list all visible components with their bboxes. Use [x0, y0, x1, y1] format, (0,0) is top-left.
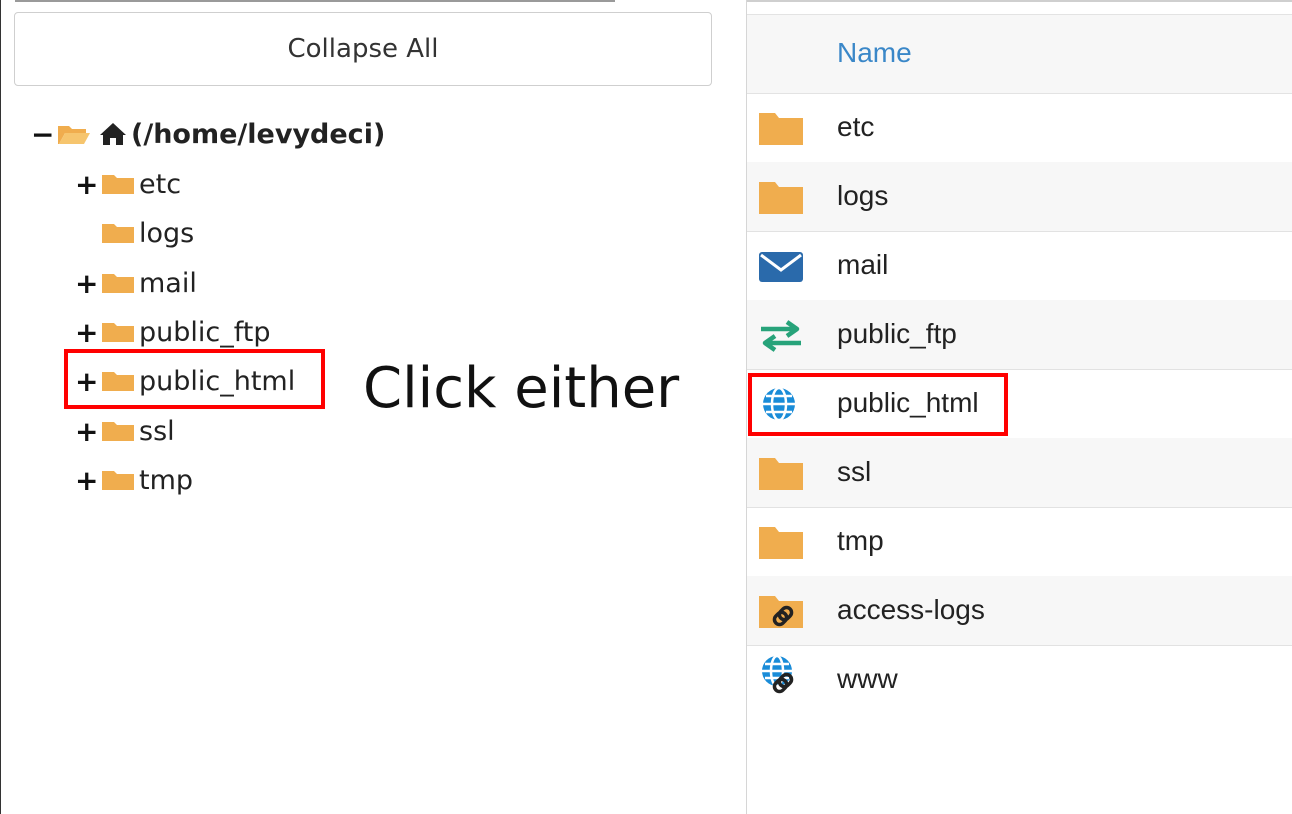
tree-item-label: tmp: [139, 464, 194, 496]
file-name: etc: [837, 111, 875, 142]
file-name: www: [837, 663, 898, 694]
expand-toggle[interactable]: +: [75, 267, 98, 300]
tree-item-label: logs: [139, 217, 195, 249]
tree-item-label: mail: [139, 267, 197, 299]
tree-item-label: ssl: [139, 415, 175, 447]
file-name: mail: [837, 249, 889, 280]
expand-toggle[interactable]: +: [75, 316, 98, 349]
expand-toggle[interactable]: +: [75, 168, 98, 201]
file-name: access-logs: [837, 594, 985, 625]
folder-open-icon: [58, 126, 90, 144]
tree-item-tmp[interactable]: + tmp: [75, 460, 193, 500]
transfer-arrows-icon: [761, 320, 801, 352]
file-list-header: Name: [747, 14, 1292, 94]
folder-icon: [102, 224, 134, 243]
file-row-logs[interactable]: logs: [747, 162, 1292, 232]
file-row-ssl[interactable]: ssl: [747, 438, 1292, 508]
collapse-toggle[interactable]: −: [31, 118, 54, 151]
folder-icon: [759, 182, 803, 214]
expand-toggle[interactable]: +: [75, 415, 98, 448]
file-name: tmp: [837, 525, 884, 556]
tree-item-label: etc: [139, 168, 182, 200]
globe-link-icon: [762, 655, 794, 694]
folder-icon: [759, 113, 803, 145]
top-divider: [747, 0, 1292, 2]
file-row-mail[interactable]: mail: [747, 231, 1292, 301]
highlight-box-list: [748, 373, 1008, 436]
directory-tree-pane: Collapse All − (/home/levydeci) + etc lo…: [0, 0, 746, 814]
top-divider: [15, 0, 615, 2]
envelope-icon: [759, 252, 803, 282]
file-name: ssl: [837, 456, 872, 487]
collapse-all-button[interactable]: Collapse All: [14, 12, 712, 86]
tree-item-public-ftp[interactable]: + public_ftp: [75, 312, 271, 352]
expand-toggle[interactable]: +: [75, 464, 98, 497]
file-row-etc[interactable]: etc: [747, 93, 1292, 163]
folder-link-icon: [759, 596, 803, 628]
file-list-pane: Name etc logs mail public_ftp public_htm…: [746, 0, 1292, 814]
folder-icon: [102, 471, 134, 490]
folder-icon: [102, 422, 134, 441]
annotation-text: Click either: [363, 356, 680, 421]
folder-icon: [102, 175, 134, 194]
file-name: logs: [837, 180, 889, 211]
tree-item-logs[interactable]: logs: [75, 213, 194, 253]
name-column-header[interactable]: Name: [837, 37, 912, 69]
file-row-public-ftp[interactable]: public_ftp: [747, 300, 1292, 370]
highlight-box-tree: [64, 349, 325, 409]
tree-item-etc[interactable]: + etc: [75, 164, 181, 204]
folder-icon: [102, 323, 134, 342]
folder-icon: [759, 458, 803, 490]
file-row-access-logs[interactable]: access-logs: [747, 576, 1292, 646]
tree-root-home[interactable]: − (/home/levydeci): [31, 114, 385, 154]
tree-item-ssl[interactable]: + ssl: [75, 411, 175, 451]
home-icon: [100, 123, 126, 145]
file-row-www[interactable]: www: [747, 645, 1292, 714]
tree-item-mail[interactable]: + mail: [75, 263, 197, 303]
folder-icon: [102, 274, 134, 293]
file-name: public_ftp: [837, 318, 957, 349]
tree-item-label: public_ftp: [139, 316, 271, 348]
folder-icon: [759, 527, 803, 559]
tree-root-label: (/home/levydeci): [131, 118, 386, 150]
file-row-tmp[interactable]: tmp: [747, 507, 1292, 577]
